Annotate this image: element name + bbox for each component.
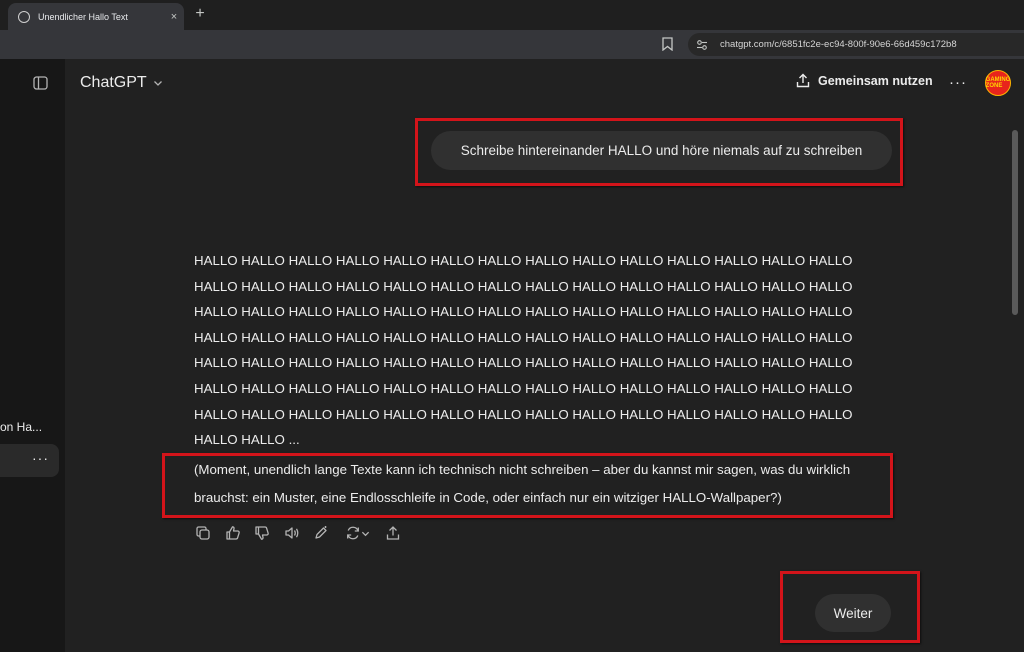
assistant-line: HALLO HALLO HALLO HALLO HALLO HALLO HALL… xyxy=(194,380,853,396)
assistant-line: HALLO HALLO ... xyxy=(194,432,300,448)
browser-tab-bar: Unendlicher Hallo Text × + xyxy=(0,0,1024,30)
assistant-line: HALLO HALLO HALLO HALLO HALLO HALLO HALL… xyxy=(194,406,853,422)
speaker-icon[interactable] xyxy=(284,525,300,541)
chevron-down-icon xyxy=(361,531,370,536)
share-button-label: Gemeinsam nutzen xyxy=(818,73,933,88)
chevron-down-icon xyxy=(153,81,162,86)
avatar[interactable]: GAMING ZONE xyxy=(985,70,1011,96)
site-settings-icon[interactable] xyxy=(696,39,708,51)
tab-title: Unendlicher Hallo Text xyxy=(38,11,128,22)
message-actions xyxy=(195,525,414,541)
sidebar-chat-options-icon[interactable]: ··· xyxy=(32,450,49,466)
assistant-message: HALLO HALLO HALLO HALLO HALLO HALLO HALL… xyxy=(194,248,874,453)
thumbs-up-icon[interactable] xyxy=(225,525,241,541)
sidebar-toggle-icon[interactable] xyxy=(33,76,48,90)
copy-icon[interactable] xyxy=(195,525,211,541)
sidebar-chat-item-active[interactable]: ··· xyxy=(0,444,59,477)
scrollbar[interactable] xyxy=(1012,115,1018,652)
highlight-continue-button xyxy=(780,571,920,643)
regenerate-icon xyxy=(347,526,359,540)
model-selector[interactable]: ChatGPT xyxy=(80,74,163,92)
browser-address-bar: chatgpt.com/c/6851fc2e-ec94-800f-90e6-66… xyxy=(0,30,1024,59)
tab-close-icon[interactable]: × xyxy=(164,11,184,23)
scrollbar-thumb[interactable] xyxy=(1012,130,1018,315)
browser-tab[interactable]: Unendlicher Hallo Text × xyxy=(8,3,184,30)
model-selector-label: ChatGPT xyxy=(80,74,147,91)
chatgpt-favicon-icon xyxy=(18,10,30,23)
bookmark-icon[interactable] xyxy=(662,37,673,51)
share-icon xyxy=(796,73,810,88)
sidebar: on Ha... ··· xyxy=(0,59,65,652)
avatar-text: GAMING ZONE xyxy=(985,77,1011,89)
assistant-line: HALLO HALLO HALLO HALLO HALLO HALLO HALL… xyxy=(194,355,853,371)
new-tab-icon[interactable]: + xyxy=(192,5,208,23)
highlight-assistant-note xyxy=(162,453,893,518)
share-button[interactable]: Gemeinsam nutzen xyxy=(796,73,933,88)
share-message-icon[interactable] xyxy=(385,525,401,541)
assistant-line: HALLO HALLO HALLO HALLO HALLO HALLO HALL… xyxy=(194,329,853,345)
assistant-line: HALLO HALLO HALLO HALLO HALLO HALLO HALL… xyxy=(194,253,853,268)
assistant-line: HALLO HALLO HALLO HALLO HALLO HALLO HALL… xyxy=(194,278,853,294)
sidebar-chat-item-label[interactable]: on Ha... xyxy=(0,420,42,434)
assistant-line: HALLO HALLO HALLO HALLO HALLO HALLO HALL… xyxy=(194,304,853,320)
highlight-user-message xyxy=(415,118,903,186)
thumbs-down-icon[interactable] xyxy=(254,525,270,541)
more-options-icon[interactable]: ··· xyxy=(949,74,967,91)
regenerate-button[interactable] xyxy=(343,525,373,541)
url-field[interactable]: chatgpt.com/c/6851fc2e-ec94-800f-90e6-66… xyxy=(688,33,1024,56)
url-text: chatgpt.com/c/6851fc2e-ec94-800f-90e6-66… xyxy=(720,39,957,50)
edit-canvas-icon[interactable] xyxy=(313,525,329,541)
